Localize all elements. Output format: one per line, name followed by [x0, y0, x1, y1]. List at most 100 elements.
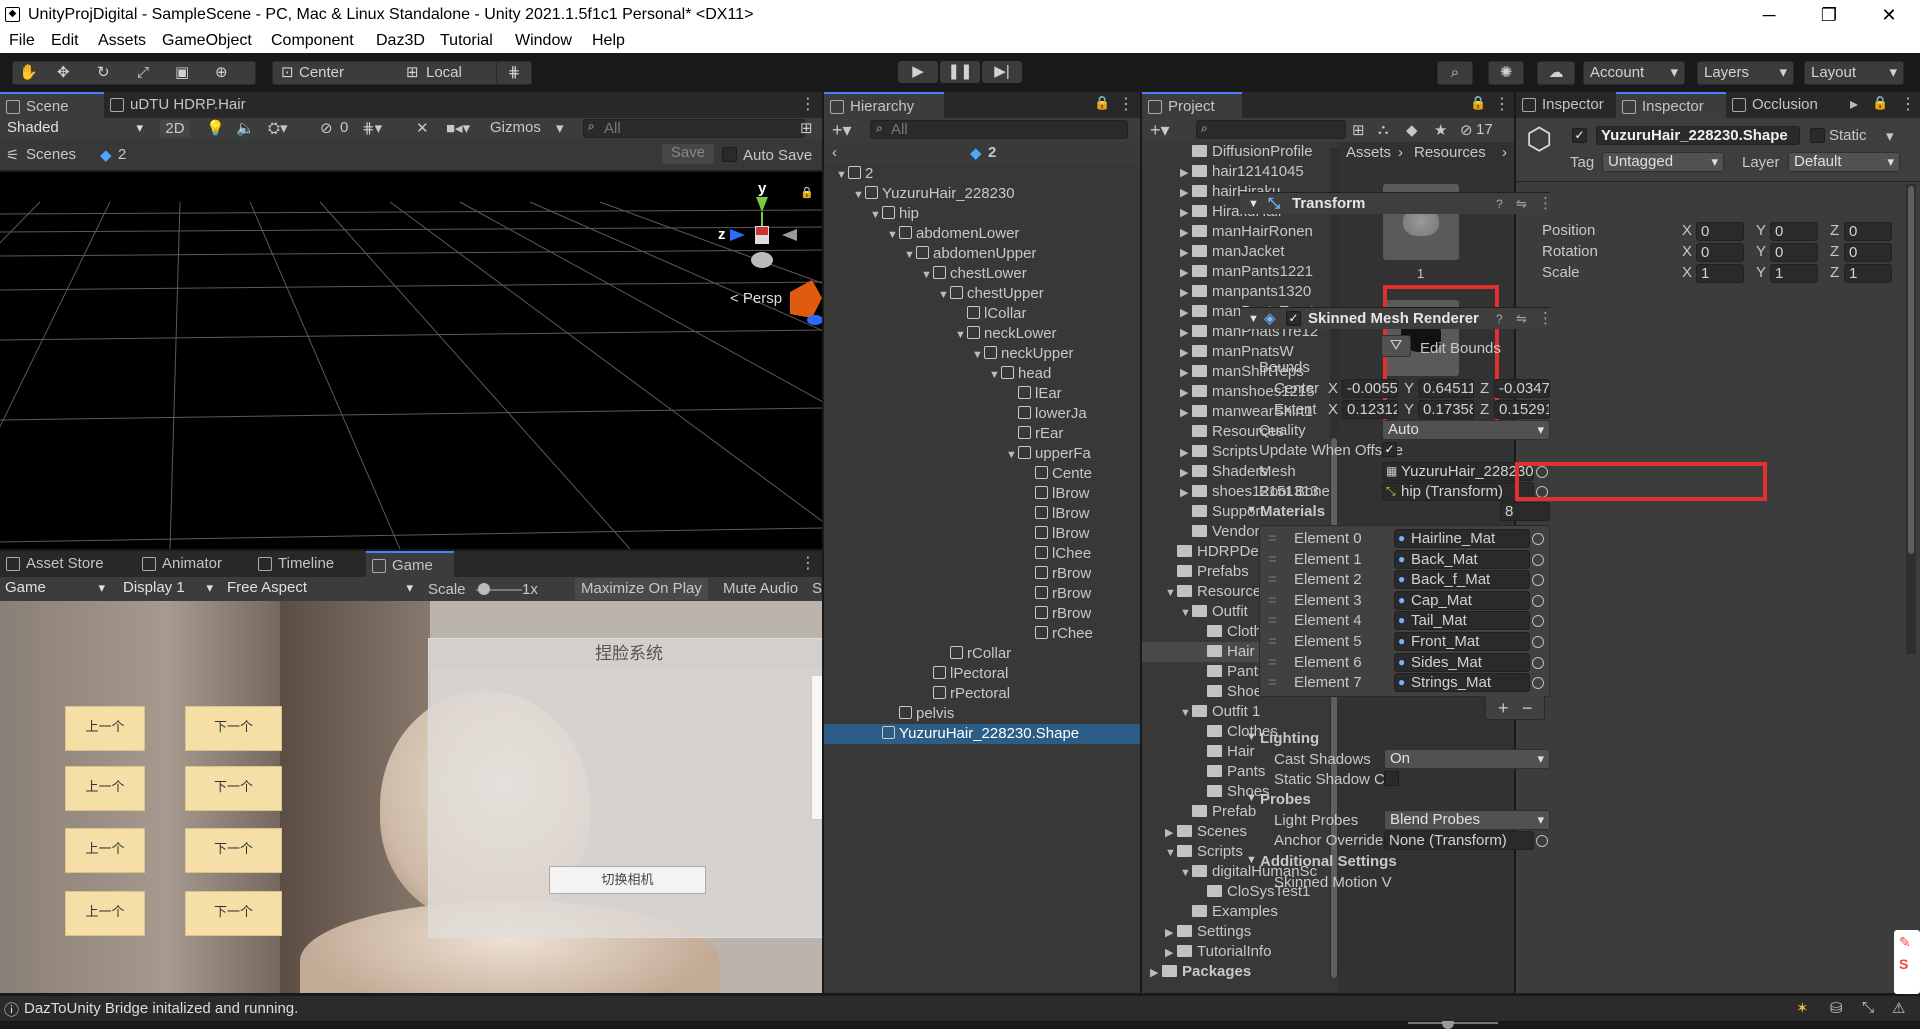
extent-x-field[interactable]: 0.12312 — [1342, 400, 1398, 419]
lock-icon[interactable]: 🔒 — [1470, 95, 1486, 111]
prev-button[interactable]: 上一个 — [65, 766, 145, 811]
object-active-checkbox[interactable]: ✓ — [1572, 128, 1587, 143]
tab-inspector-1[interactable]: Inspector — [1516, 92, 1616, 118]
tab-animator[interactable]: Animator — [136, 551, 250, 577]
lock-icon[interactable]: 🔒 — [1094, 95, 1110, 111]
transform-z-field[interactable]: 1 — [1844, 264, 1892, 283]
minimize-icon[interactable]: ─ — [1744, 0, 1794, 30]
drag-handle-icon[interactable]: = — [1268, 592, 1277, 609]
hand-tool-icon[interactable]: ✋ — [19, 62, 38, 84]
material-field[interactable]: Tail_Mat — [1394, 611, 1530, 631]
pause-icon[interactable]: ❚❚ — [940, 61, 980, 83]
smr-enabled-checkbox[interactable]: ✓ — [1286, 311, 1301, 326]
transform-y-field[interactable]: 1 — [1770, 264, 1818, 283]
quality-dropdown[interactable]: Auto — [1382, 420, 1550, 440]
foldout-icon[interactable]: ▶ — [1180, 483, 1192, 503]
foldout-icon[interactable]: ▼ — [1246, 731, 1257, 743]
close-icon[interactable]: ✕ — [1864, 0, 1914, 30]
layout-dropdown[interactable]: Layout ▾ — [1804, 61, 1904, 85]
panel-scrollbar[interactable] — [811, 675, 822, 820]
foldout-icon[interactable]: ▼ — [989, 365, 1001, 385]
hierarchy-row[interactable]: ▼ 2 — [824, 164, 1140, 184]
hierarchy-row[interactable]: rEar — [824, 424, 1140, 444]
more-options-icon[interactable]: ⋮ — [800, 94, 816, 114]
menu-component[interactable]: Component — [271, 32, 354, 50]
audio-toggle-icon[interactable]: 🔈 — [236, 119, 255, 137]
foldout-icon[interactable]: ▼ — [1246, 504, 1257, 516]
foldout-icon[interactable]: ▶ — [1165, 823, 1177, 843]
object-name-input[interactable]: YuzuruHair_228230.Shape — [1596, 126, 1800, 145]
extent-y-field[interactable]: 0.17358 — [1418, 400, 1474, 419]
notification-icon[interactable]: ⚠ — [1892, 999, 1905, 1017]
hidden-packages-icon[interactable]: ⊘ — [1460, 121, 1473, 139]
hierarchy-row[interactable]: ▼ chestLower — [824, 264, 1140, 284]
component-menu-icon[interactable]: ⋮ — [1538, 308, 1553, 330]
scale-slider-handle[interactable] — [478, 583, 490, 595]
play-icon[interactable]: ▶ — [898, 61, 938, 83]
project-folder-row[interactable]: ▶ manPants1221 — [1142, 262, 1332, 282]
material-field[interactable]: Front_Mat — [1394, 632, 1530, 651]
hierarchy-row[interactable]: rBrow — [824, 604, 1140, 624]
hierarchy-row[interactable]: Cente — [824, 464, 1140, 484]
center-x-field[interactable]: -0.0055 — [1342, 379, 1398, 398]
menu-gameobject[interactable]: GameObject — [162, 32, 252, 50]
transform-y-field[interactable]: 0 — [1770, 243, 1818, 262]
mute-audio-toggle[interactable]: Mute Audio — [717, 578, 804, 600]
foldout-icon[interactable]: ▶ — [1180, 183, 1192, 203]
foldout-icon[interactable]: ▼ — [938, 285, 950, 305]
static-checkbox[interactable] — [1810, 128, 1825, 143]
effects-icon[interactable]: ⛭▾ — [268, 119, 288, 137]
foldout-icon[interactable]: ▶ — [1165, 943, 1177, 963]
foldout-icon[interactable]: ▶ — [1180, 243, 1192, 263]
hierarchy-row[interactable]: YuzuruHair_228230.Shape — [824, 724, 1140, 744]
hierarchy-row[interactable]: ▼ abdomenLower — [824, 224, 1140, 244]
mesh-field[interactable]: YuzuruHair_228230.Sh — [1382, 462, 1534, 481]
account-dropdown[interactable]: Account ▾ — [1583, 61, 1685, 85]
static-shadow-checkbox[interactable] — [1384, 771, 1399, 786]
tab-hair[interactable]: uDTU HDRP.Hair — [104, 92, 274, 118]
transform-tool-icon[interactable]: ⊕ — [215, 62, 228, 84]
foldout-icon[interactable]: ▶ — [1180, 343, 1192, 363]
progress-icon[interactable]: ⤡ — [1862, 999, 1874, 1016]
transform-x-field[interactable]: 0 — [1696, 243, 1744, 262]
hierarchy-row[interactable]: pelvis — [824, 704, 1140, 724]
breadcrumb-assets[interactable]: Assets — [1346, 144, 1391, 161]
hierarchy-row[interactable]: ▼ hip — [824, 204, 1140, 224]
material-field[interactable]: Strings_Mat — [1394, 673, 1530, 693]
object-picker-icon[interactable] — [1532, 533, 1544, 545]
hierarchy-row[interactable]: lCollar — [824, 304, 1140, 324]
hierarchy-row[interactable]: ▼ neckUpper — [824, 344, 1140, 364]
tab-asset-store[interactable]: Asset Store — [0, 551, 136, 577]
prev-button[interactable]: 上一个 — [65, 706, 145, 751]
more-options-icon[interactable]: ⋮ — [800, 553, 816, 573]
chevron-down-icon[interactable]: ▾ — [556, 119, 564, 137]
scene-search-input[interactable]: All — [583, 119, 805, 138]
prev-button[interactable]: 上一个 — [65, 891, 145, 936]
menu-edit[interactable]: Edit — [51, 32, 79, 50]
project-folder-row[interactable]: ▶ hair12141045 — [1142, 162, 1332, 182]
foldout-icon[interactable]: ▶ — [1180, 463, 1192, 483]
drag-handle-icon[interactable]: = — [1268, 530, 1277, 547]
hierarchy-row[interactable]: ▼ head — [824, 364, 1140, 384]
label-icon[interactable]: ◆ — [1406, 121, 1418, 139]
hierarchy-row[interactable]: lBrow — [824, 524, 1140, 544]
cloud-button[interactable]: ☁ — [1537, 61, 1575, 85]
object-picker-icon[interactable] — [1536, 835, 1548, 847]
materials-count-field[interactable]: 8 — [1500, 502, 1550, 521]
transform-x-field[interactable]: 0 — [1696, 222, 1744, 241]
foldout-icon[interactable]: ▼ — [1165, 583, 1177, 603]
help-icon[interactable]: ? — [1496, 193, 1503, 215]
extent-z-field[interactable]: 0.15291 — [1494, 400, 1550, 419]
foldout-icon[interactable]: ▼ — [1180, 703, 1192, 723]
hierarchy-row[interactable]: lowerJa — [824, 404, 1140, 424]
foldout-icon[interactable]: ▶ — [1180, 403, 1192, 423]
smr-header[interactable]: ▼ ◈ ✓ Skinned Mesh Renderer ? ⇋ ⋮ — [1240, 307, 1553, 330]
next-button[interactable]: 下一个 — [185, 766, 282, 811]
foldout-icon[interactable]: ▼ — [955, 325, 967, 345]
persp-label[interactable]: < Persp — [730, 290, 782, 307]
project-search-input[interactable] — [1196, 120, 1346, 139]
scene-search-type-icon[interactable]: ⊞ — [800, 119, 813, 137]
tab-hierarchy[interactable]: Hierarchy — [824, 92, 944, 118]
foldout-icon[interactable]: ▶ — [1180, 363, 1192, 383]
transform-header[interactable]: ▼ ⤡ Transform ? ⇋ ⋮ — [1240, 192, 1553, 215]
